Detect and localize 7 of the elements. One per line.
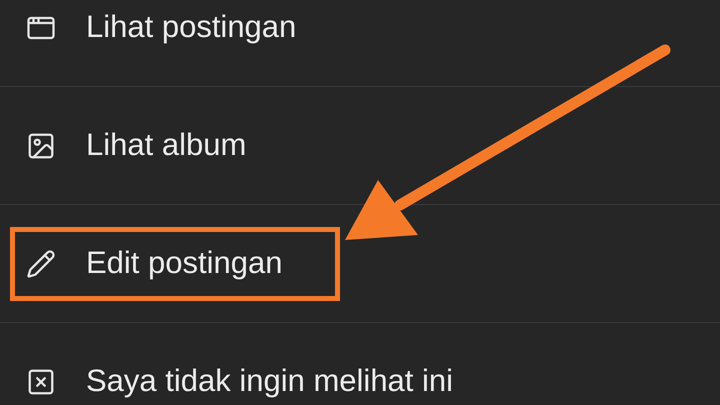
menu-item-label[interactable]: Edit postingan	[86, 240, 282, 287]
picture-icon	[26, 130, 56, 160]
close-icon	[26, 366, 56, 396]
pencil-icon	[26, 248, 56, 278]
menu-item-label[interactable]: Lihat album	[86, 122, 246, 169]
menu-item-label[interactable]: Lihat postingan	[86, 4, 296, 51]
menu-item-label[interactable]: Saya tidak ingin melihat ini	[86, 358, 454, 405]
